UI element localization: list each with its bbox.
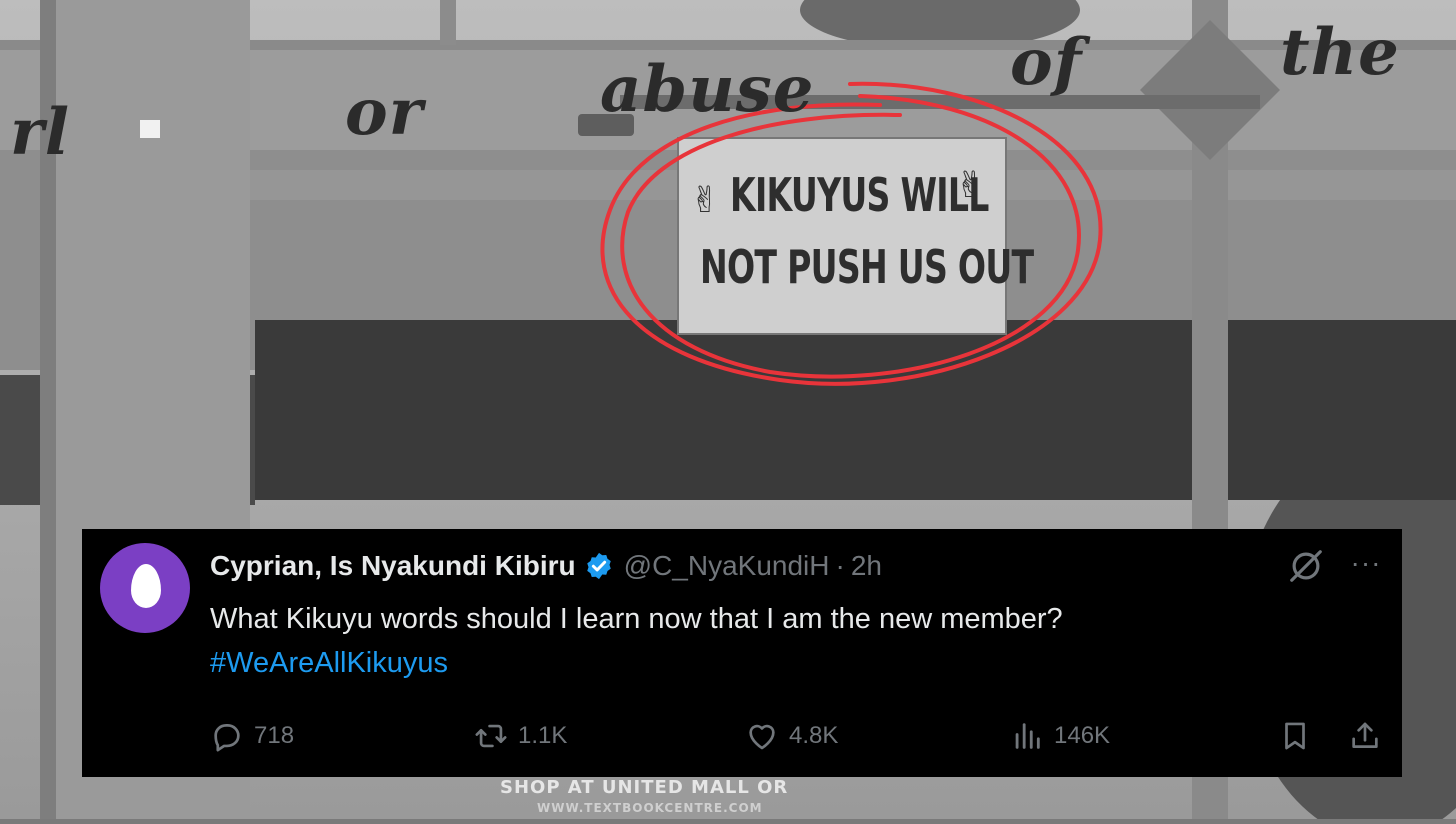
views-icon [1015,723,1040,749]
bookmark-button[interactable] [1278,714,1312,758]
display-name[interactable]: Cyprian, Is Nyakundi Kibiru [210,550,576,582]
view-count: 146K [1054,722,1111,749]
tweet-card[interactable]: Cyprian, Is Nyakundi Kibiru @C_NyaKundiH… [82,529,1402,777]
reply-button[interactable]: 718 [210,714,294,758]
share-button[interactable] [1348,714,1382,758]
painted-word: the [1280,15,1400,90]
ad-url: WWW.TEXTBOOKCENTRE.COM [537,801,763,815]
repost-count: 1.1K [518,722,568,749]
views-button[interactable]: 146K [1010,714,1110,758]
verified-badge-icon [586,552,611,580]
painted-word: rl [10,95,71,170]
repost-icon [475,724,507,748]
separator: · [835,550,845,581]
peace-sign-icon: ✌ [690,180,721,221]
more-icon[interactable]: ··· [1346,549,1386,579]
handle[interactable]: @C_NyaKundiH [624,550,830,582]
tweet-text: What Kikuyu words should I learn now tha… [210,597,1360,685]
painted-word: of [1010,25,1083,100]
ad-text: SHOP AT UNITED MALL OR [500,777,789,798]
repost-button[interactable]: 1.1K [474,714,567,758]
bookmark-icon [1285,722,1305,750]
like-icon [749,724,775,750]
reply-count: 718 [254,722,295,749]
grok-icon[interactable] [1287,547,1325,585]
painted-word: or [345,75,424,150]
painted-word: abuse [600,52,815,127]
tweet-body: What Kikuyu words should I learn now tha… [210,603,1063,635]
default-avatar-egg-icon [131,564,161,608]
share-icon [1352,722,1378,748]
banner-line-2: NOT PUSH US OUT [700,240,1034,294]
avatar[interactable] [100,543,190,633]
banner-line-1: KIKUYUS WILL [730,168,989,222]
hashtag-link[interactable]: #WeAreAllKikuyus [210,641,1360,685]
reply-icon [214,724,240,752]
like-count: 4.8K [789,722,839,749]
tweet-actions: 718 1.1K 4.8K 146K [82,714,1402,758]
like-button[interactable]: 4.8K [745,714,838,758]
tweet-header: Cyprian, Is Nyakundi Kibiru @C_NyaKundiH… [210,549,882,583]
timestamp[interactable]: 2h [851,550,882,582]
